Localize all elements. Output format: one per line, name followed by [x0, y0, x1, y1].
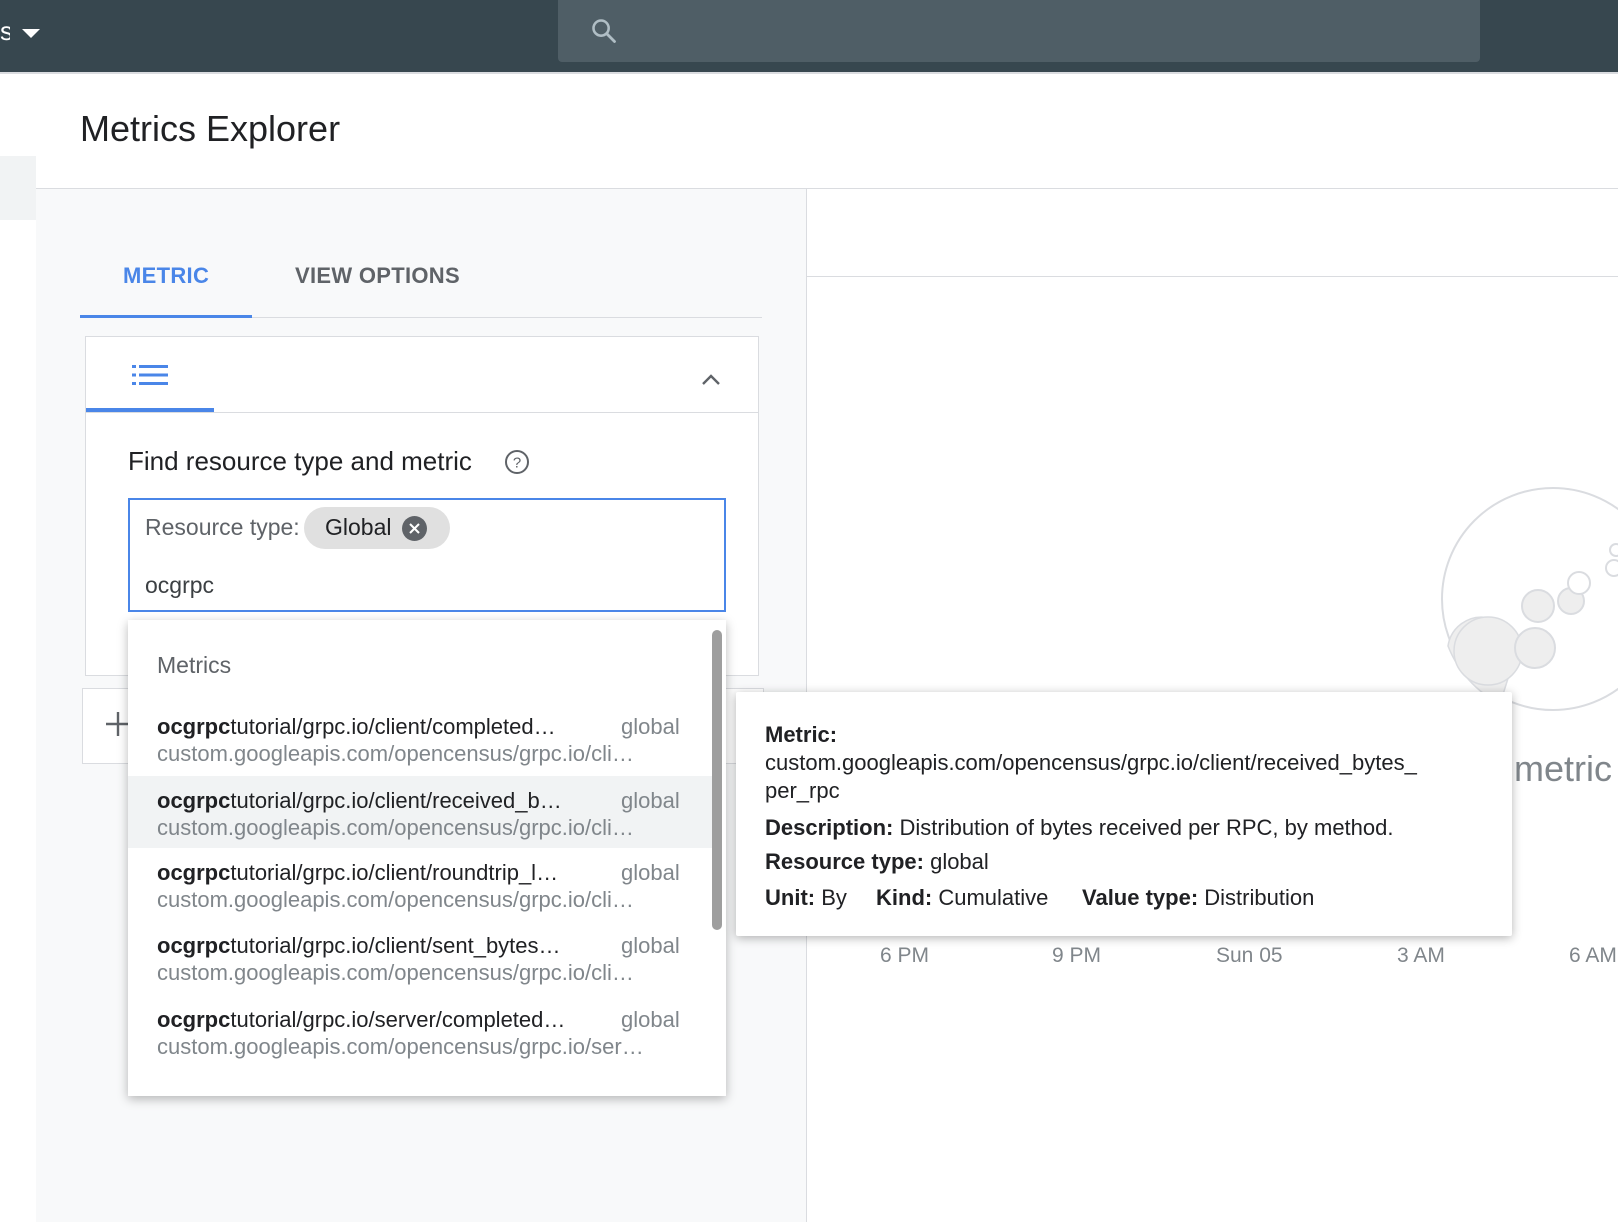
help-icon[interactable]: ? [504, 449, 530, 475]
metric-resource: global [621, 860, 680, 885]
tooltip-metric-line2: per_rpc [765, 778, 840, 803]
tooltip-value-type: Value type: Distribution [1082, 885, 1315, 910]
list-tab-indicator [86, 408, 214, 412]
search-input[interactable] [558, 0, 1480, 62]
active-tab-indicator [80, 315, 252, 318]
tooltip-unit: Unit: By [765, 885, 847, 910]
x-tick: 6 PM [880, 944, 930, 967]
chart-header-divider [807, 276, 1618, 277]
query-text[interactable]: ocgrpc [145, 572, 214, 599]
x-tick: 3 AM [1397, 944, 1445, 967]
close-icon[interactable] [402, 516, 427, 541]
metric-full-name: custom.googleapis.com/opencensus/grpc.io… [157, 1034, 644, 1059]
dropdown-header: Metrics [157, 652, 232, 678]
metric-full-name: custom.googleapis.com/opencensus/grpc.io… [157, 815, 634, 840]
metric-name: ocgrpctutorial/grpc.io/client/roundtrip_… [157, 860, 559, 885]
tooltip-metric-label: Metric: [765, 722, 838, 747]
tooltip-resource-type: Resource type: global [765, 849, 989, 874]
svg-text:?: ? [513, 455, 521, 472]
metric-resource: global [621, 1007, 680, 1032]
chip-label: Global [325, 514, 392, 540]
nav-rail-item[interactable] [0, 156, 36, 220]
metric-resource: global [621, 788, 680, 813]
resource-type-label: Resource type: [145, 514, 300, 540]
metric-name: ocgrpctutorial/grpc.io/client/completed… [157, 714, 556, 739]
metric-full-name: custom.googleapis.com/opencensus/grpc.io… [157, 741, 634, 766]
search-icon[interactable] [590, 17, 618, 45]
metric-resource: global [621, 933, 680, 958]
x-tick: Sun 05 [1216, 944, 1283, 967]
metric-name: ocgrpctutorial/grpc.io/server/completed… [157, 1007, 566, 1032]
tooltip-metric-line1: custom.googleapis.com/opencensus/grpc.io… [765, 750, 1417, 775]
empty-state-text: metric [1514, 748, 1612, 789]
dropdown-scrollbar[interactable] [712, 630, 722, 930]
x-tick: 9 PM [1052, 944, 1102, 967]
metric-resource: global [621, 714, 680, 739]
tab-view-options[interactable]: VIEW OPTIONS [295, 263, 460, 289]
card-tab-divider [85, 412, 759, 413]
project-selector-label[interactable]: s [0, 16, 10, 47]
metric-name: ocgrpctutorial/grpc.io/client/received_b… [157, 788, 562, 813]
metric-full-name: custom.googleapis.com/opencensus/grpc.io… [157, 887, 634, 912]
tab-metric[interactable]: METRIC [123, 263, 209, 289]
chevron-up-icon[interactable] [700, 372, 722, 386]
metric-full-name: custom.googleapis.com/opencensus/grpc.io… [157, 960, 634, 985]
tooltip-description: Description: Distribution of bytes recei… [765, 815, 1394, 840]
x-tick: 6 AM [1569, 944, 1617, 967]
empty-state-illustration [1441, 487, 1618, 711]
project-caret-icon[interactable] [22, 29, 40, 38]
metric-name: ocgrpctutorial/grpc.io/client/sent_bytes… [157, 933, 561, 958]
top-bar-shadow [0, 72, 1618, 74]
find-resource-label: Find resource type and metric [128, 446, 472, 476]
list-icon[interactable] [132, 364, 168, 386]
page-title: Metrics Explorer [80, 108, 341, 149]
tooltip-kind: Kind: Cumulative [876, 885, 1049, 910]
